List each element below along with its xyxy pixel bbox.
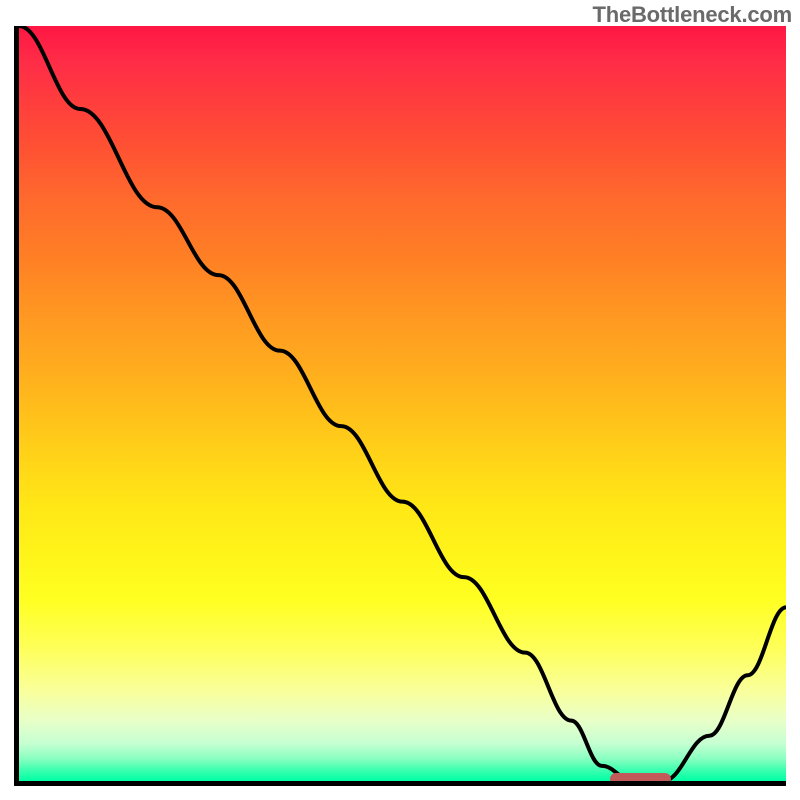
bottleneck-curve (19, 26, 786, 781)
curve-path (19, 26, 786, 781)
y-axis (14, 26, 19, 784)
chart-container: TheBottleneck.com (0, 0, 800, 800)
watermark-text: TheBottleneck.com (592, 2, 792, 28)
plot-area (19, 26, 786, 781)
min-marker (610, 773, 671, 781)
x-axis (14, 781, 786, 786)
